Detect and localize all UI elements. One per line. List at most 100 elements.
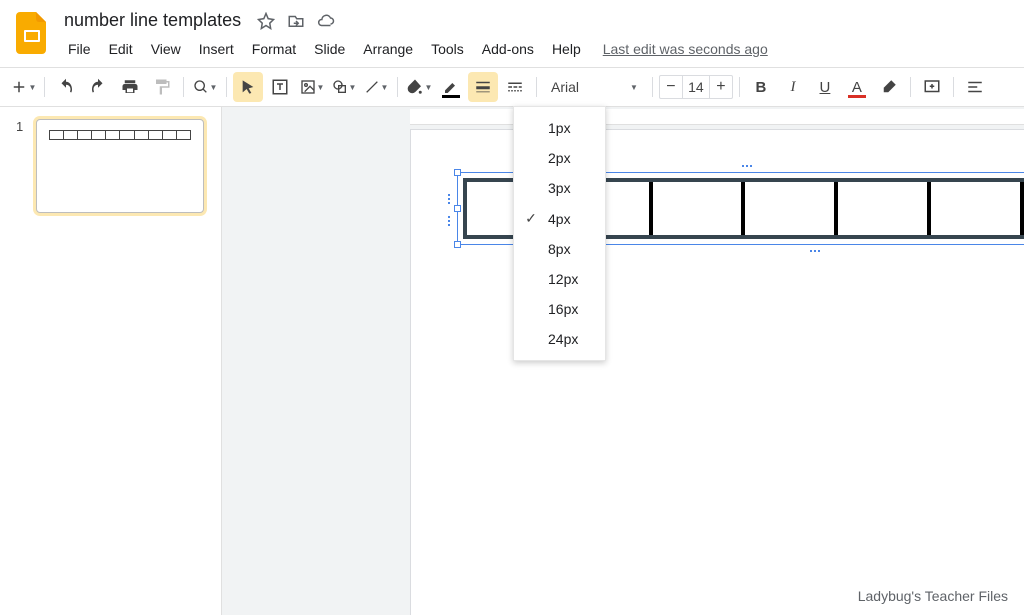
separator [536, 77, 537, 97]
table-cell[interactable] [653, 182, 746, 235]
menu-format[interactable]: Format [244, 37, 304, 61]
weight-option-8px[interactable]: 8px [514, 234, 605, 264]
menu-tools[interactable]: Tools [423, 37, 472, 61]
weight-label: 2px [548, 150, 571, 166]
weight-option-3px[interactable]: 3px [514, 173, 605, 203]
border-dash-button[interactable] [500, 72, 530, 102]
last-edit-link[interactable]: Last edit was seconds ago [603, 41, 768, 57]
drag-dots-icon[interactable] [742, 165, 752, 167]
chevron-down-icon: ▼ [317, 83, 325, 92]
select-tool[interactable] [233, 72, 263, 102]
font-name-label: Arial [551, 79, 579, 95]
menubar: File Edit View Insert Format Slide Arran… [60, 37, 1024, 61]
highlight-color-button[interactable] [874, 72, 904, 102]
watermark: Ladybug's Teacher Files [858, 588, 1008, 604]
workspace: 1 [0, 107, 1024, 615]
drag-dots-icon[interactable] [810, 250, 820, 252]
table-cell[interactable] [931, 182, 1024, 235]
border-weight-menu: 1px 2px 3px ✓4px 8px 12px 16px 24px [513, 106, 606, 361]
chevron-down-icon: ▼ [630, 83, 638, 92]
table-cell[interactable] [745, 182, 838, 235]
chevron-down-icon: ▼ [210, 83, 218, 92]
weight-label: 8px [548, 241, 571, 257]
move-icon[interactable] [287, 12, 305, 30]
insert-comment-button[interactable] [917, 72, 947, 102]
shape-tool[interactable]: ▼ [329, 72, 359, 102]
table-cell[interactable] [838, 182, 931, 235]
undo-button[interactable] [51, 72, 81, 102]
fill-color-button[interactable]: ▼ [404, 72, 434, 102]
font-size-decrease[interactable]: − [660, 76, 682, 98]
thumbnail-table [49, 130, 191, 140]
weight-label: 4px [548, 211, 571, 227]
separator [226, 77, 227, 97]
weight-option-2px[interactable]: 2px [514, 143, 605, 173]
underline-button[interactable]: U [810, 72, 840, 102]
weight-label: 24px [548, 331, 578, 347]
weight-label: 16px [548, 301, 578, 317]
chevron-down-icon: ▼ [381, 83, 389, 92]
drag-dots-icon[interactable] [448, 194, 450, 204]
line-tool[interactable]: ▼ [361, 72, 391, 102]
resize-handle[interactable] [454, 169, 461, 176]
menu-file[interactable]: File [60, 37, 99, 61]
menu-addons[interactable]: Add-ons [474, 37, 542, 61]
menu-slide[interactable]: Slide [306, 37, 353, 61]
chevron-down-icon: ▼ [29, 83, 37, 92]
separator [910, 77, 911, 97]
filmstrip: 1 [0, 107, 222, 615]
slide-thumb-row: 1 [16, 119, 205, 213]
text-color-button[interactable]: A [842, 72, 872, 102]
chevron-down-icon: ▼ [425, 83, 433, 92]
star-icon[interactable] [257, 12, 275, 30]
separator [44, 77, 45, 97]
separator [953, 77, 954, 97]
header: number line templates File Edit View Ins… [0, 0, 1024, 61]
menu-edit[interactable]: Edit [101, 37, 141, 61]
zoom-button[interactable]: ▼ [190, 72, 220, 102]
menu-arrange[interactable]: Arrange [355, 37, 421, 61]
weight-option-24px[interactable]: 24px [514, 324, 605, 354]
menu-help[interactable]: Help [544, 37, 589, 61]
border-color-button[interactable] [436, 72, 466, 102]
separator [397, 77, 398, 97]
weight-option-16px[interactable]: 16px [514, 294, 605, 324]
separator [652, 77, 653, 97]
print-button[interactable] [115, 72, 145, 102]
menu-insert[interactable]: Insert [191, 37, 242, 61]
paint-format-button[interactable] [147, 72, 177, 102]
redo-button[interactable] [83, 72, 113, 102]
toolbar: ▼ ▼ ▼ ▼ ▼ ▼ [0, 67, 1024, 107]
align-button[interactable] [960, 72, 990, 102]
new-slide-button[interactable]: ▼ [8, 72, 38, 102]
resize-handle[interactable] [454, 205, 461, 212]
separator [183, 77, 184, 97]
menu-view[interactable]: View [143, 37, 189, 61]
font-family-select[interactable]: Arial ▼ [543, 73, 646, 101]
font-size-input[interactable] [682, 76, 710, 98]
drag-dots-icon[interactable] [448, 216, 450, 226]
weight-label: 12px [548, 271, 578, 287]
italic-button[interactable]: I [778, 72, 808, 102]
weight-option-1px[interactable]: 1px [514, 113, 605, 143]
chevron-down-icon: ▼ [349, 83, 357, 92]
slide-number: 1 [16, 119, 28, 213]
canvas-area[interactable] [222, 107, 1024, 615]
cloud-icon[interactable] [317, 12, 335, 30]
weight-option-4px[interactable]: ✓4px [514, 203, 605, 234]
weight-option-12px[interactable]: 12px [514, 264, 605, 294]
separator [739, 77, 740, 97]
document-title[interactable]: number line templates [60, 8, 245, 33]
textbox-tool[interactable] [265, 72, 295, 102]
horizontal-ruler [410, 109, 1024, 125]
font-size-increase[interactable]: + [710, 76, 732, 98]
image-tool[interactable]: ▼ [297, 72, 327, 102]
title-row: number line templates [60, 8, 1024, 33]
title-area: number line templates File Edit View Ins… [60, 8, 1024, 61]
weight-label: 3px [548, 180, 571, 196]
bold-button[interactable]: B [746, 72, 776, 102]
border-weight-button[interactable] [468, 72, 498, 102]
slide-thumbnail[interactable] [36, 119, 204, 213]
resize-handle[interactable] [454, 241, 461, 248]
slides-logo[interactable] [14, 12, 50, 56]
